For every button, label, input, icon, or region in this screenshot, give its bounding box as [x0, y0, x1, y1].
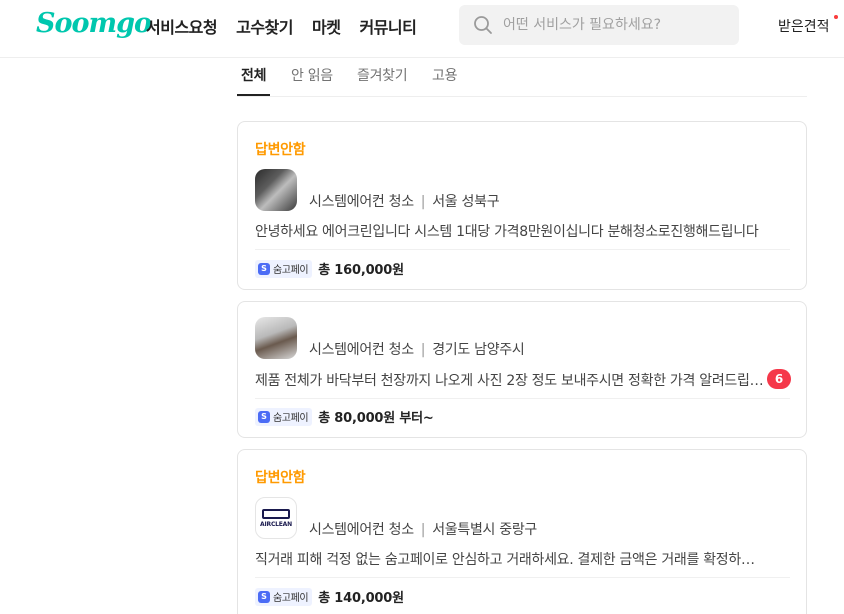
service-info: 시스템에어컨 청소 | 서울특별시 중랑구	[309, 522, 538, 538]
pay-icon: S	[258, 262, 270, 275]
service-location: 서울 성북구	[432, 194, 500, 210]
service-info: 시스템에어컨 청소 | 서울 성북구	[309, 194, 500, 210]
search-icon	[474, 16, 492, 34]
tab-favorites[interactable]: 즐겨찾기	[357, 65, 408, 85]
pro-avatar	[255, 317, 297, 359]
soomgo-logo[interactable]: Soomgo	[36, 8, 152, 39]
received-quotes-link[interactable]: 받은견적	[778, 16, 830, 36]
chat-card[interactable]: 답변안함 AIRCLEAN 시스템에어컨 청소 | 서울특별시 중랑구 직거래 피해…	[237, 449, 807, 614]
service-name: 시스템에어컨 청소	[309, 522, 414, 538]
last-message: 제품 전체가 바닥부터 천장까지 나오게 사진 2장 정도 보내주시면 정확한 …	[255, 373, 765, 389]
air-conditioner-icon	[262, 508, 290, 519]
pro-avatar	[255, 169, 297, 211]
tab-unread[interactable]: 안 읽음	[291, 65, 333, 85]
nav-community[interactable]: 커뮤니티	[359, 14, 416, 38]
price-total: 총 140,000원	[318, 591, 404, 606]
price-total: 총 160,000원	[318, 263, 404, 278]
status-label: 답변안함	[255, 470, 306, 486]
price-row: S 숨고페이 총 140,000원	[255, 587, 404, 606]
nav-service-request[interactable]: 서비스요청	[146, 14, 218, 38]
last-message: 직거래 피해 걱정 없는 숨고페이로 안심하고 거래하세요. 결제한 금액은 거…	[255, 552, 765, 568]
service-location: 경기도 남양주시	[432, 342, 525, 358]
tab-hired[interactable]: 고용	[432, 65, 457, 85]
status-label: 답변안함	[255, 142, 306, 158]
soomgo-pay-badge: S 숨고페이	[255, 407, 313, 426]
search-input[interactable]	[503, 17, 723, 33]
nav-find-pros[interactable]: 고수찾기	[236, 14, 293, 38]
chat-card[interactable]: 답변안함 시스템에어컨 청소 | 서울 성북구 안녕하세요 에어크린입니다 시스템 …	[237, 121, 807, 290]
price-total: 총 80,000원 부터~	[318, 411, 434, 426]
nav-market[interactable]: 마켓	[312, 14, 341, 38]
pay-icon: S	[258, 590, 270, 603]
chat-filter-tabs: 전체 안 읽음 즐겨찾기 고용	[237, 58, 807, 97]
price-row: S 숨고페이 총 80,000원 부터~	[255, 407, 434, 426]
card-divider	[255, 249, 790, 250]
service-name: 시스템에어컨 청소	[309, 194, 414, 210]
main-nav: 서비스요청 고수찾기 마켓 커뮤니티	[146, 14, 417, 38]
service-name: 시스템에어컨 청소	[309, 342, 414, 358]
last-message: 안녕하세요 에어크린입니다 시스템 1대당 가격8만원이십니다 분해청소로진행해…	[255, 224, 759, 240]
service-info: 시스템에어컨 청소 | 경기도 남양주시	[309, 342, 525, 358]
active-tab-indicator	[237, 94, 270, 96]
pay-icon: S	[258, 410, 270, 423]
service-location: 서울특별시 중랑구	[432, 522, 538, 538]
price-row: S 숨고페이 총 160,000원	[255, 259, 404, 278]
card-divider	[255, 398, 790, 399]
unread-count-badge: 6	[767, 369, 791, 389]
card-divider	[255, 577, 790, 578]
tab-all[interactable]: 전체	[241, 65, 266, 85]
chat-card[interactable]: 시스템에어컨 청소 | 경기도 남양주시 제품 전체가 바닥부터 천장까지 나오게 …	[237, 301, 807, 438]
notification-dot	[834, 15, 838, 19]
search-bar[interactable]	[459, 5, 739, 45]
pro-avatar: AIRCLEAN	[255, 497, 297, 539]
top-header: Soomgo 서비스요청 고수찾기 마켓 커뮤니티 받은견적	[0, 0, 844, 58]
soomgo-pay-badge: S 숨고페이	[255, 259, 313, 278]
airclean-logo-text: AIRCLEAN	[260, 520, 292, 528]
soomgo-pay-badge: S 숨고페이	[255, 587, 313, 606]
